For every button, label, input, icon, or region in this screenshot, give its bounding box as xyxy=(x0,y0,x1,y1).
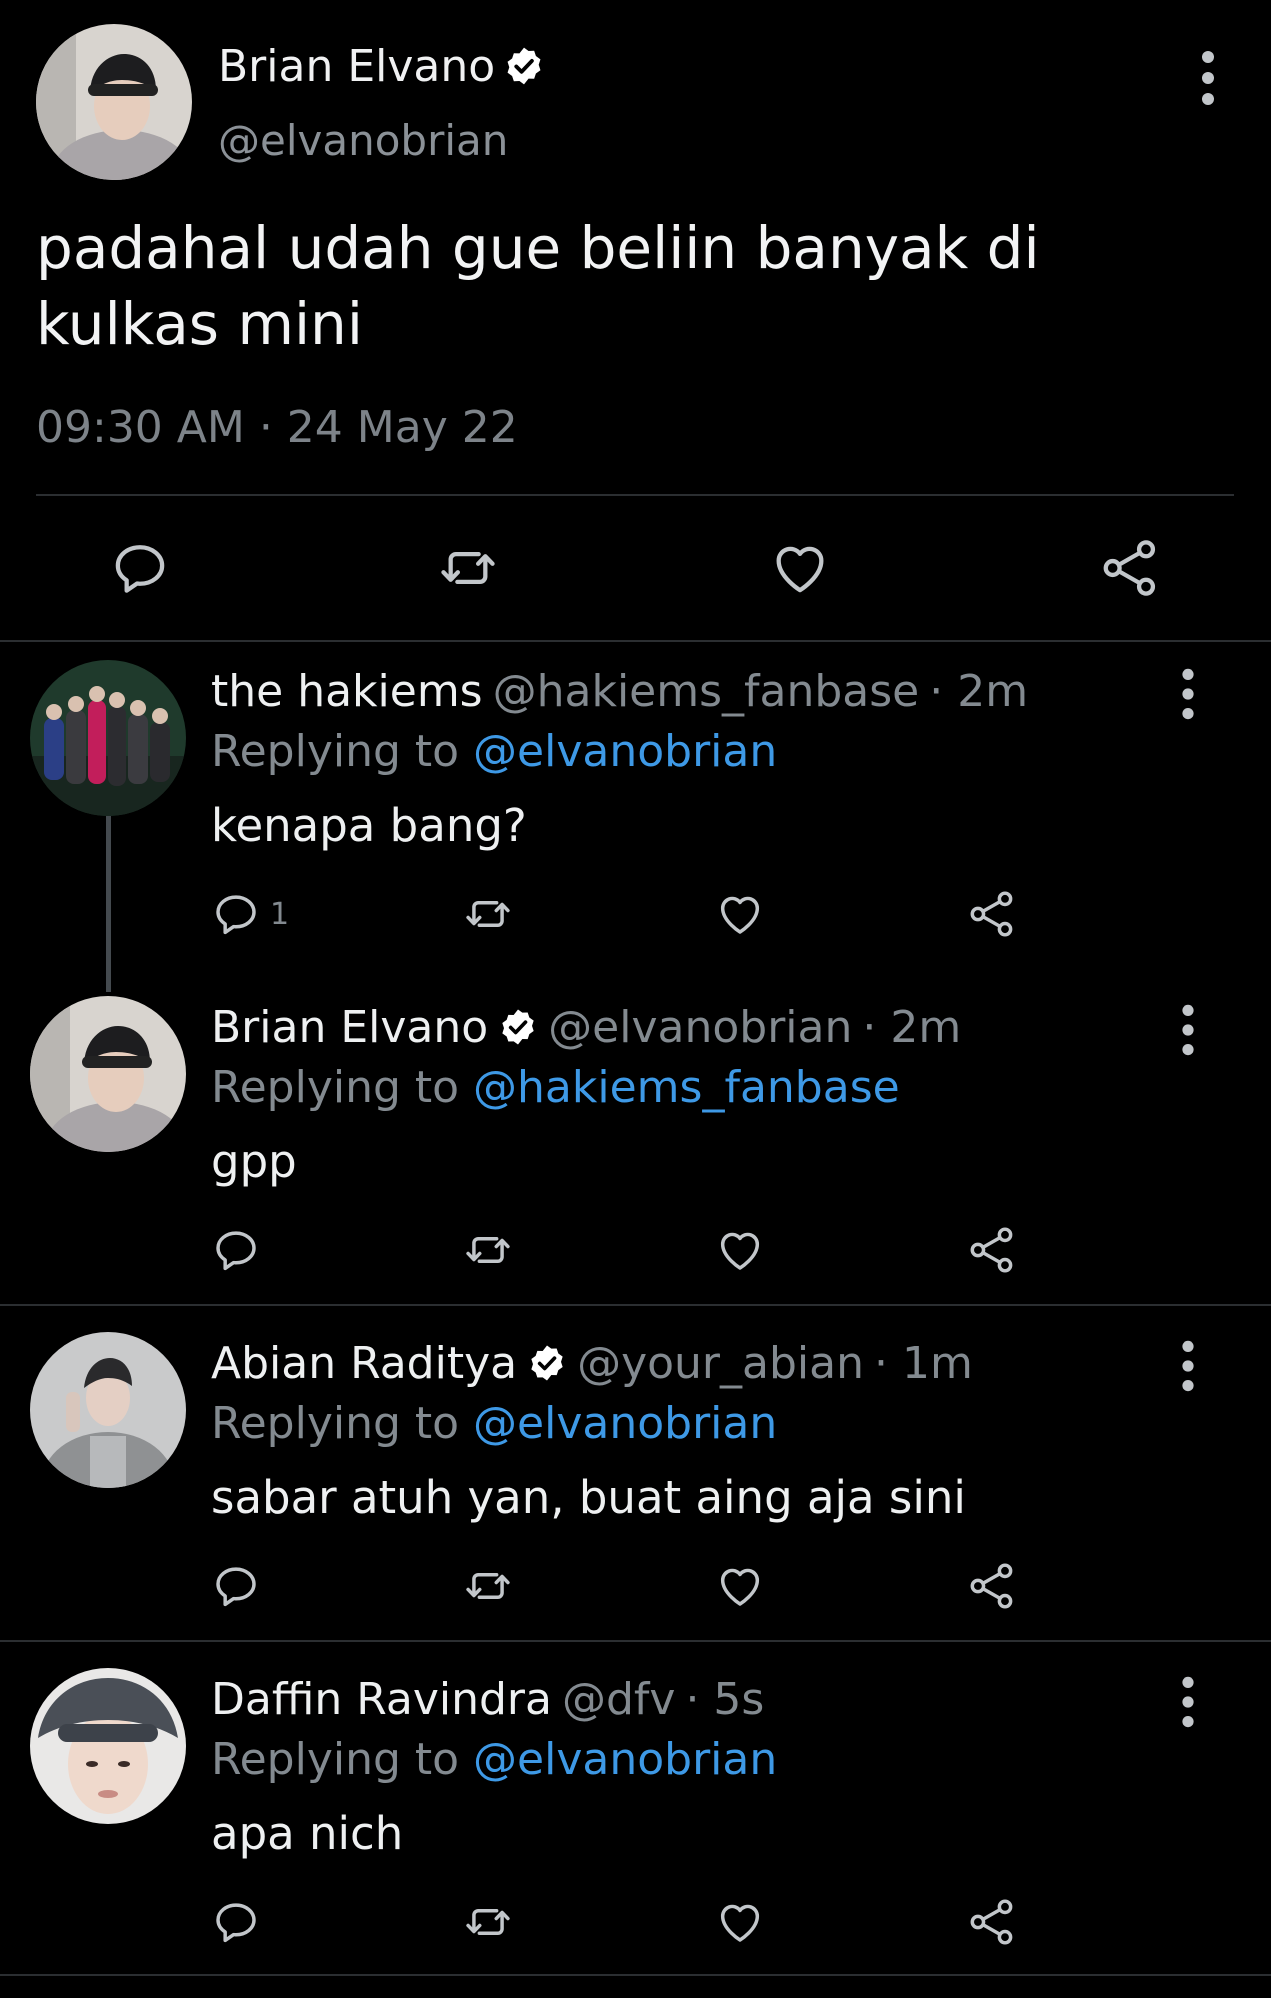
author-name[interactable]: Brian Elvano xyxy=(218,41,495,92)
avatar[interactable] xyxy=(36,24,192,180)
reply-button[interactable] xyxy=(210,1222,262,1278)
like-icon[interactable] xyxy=(714,888,766,940)
reply-time: · 1m xyxy=(873,1337,973,1389)
retweet-icon[interactable] xyxy=(462,1224,514,1276)
replying-to: Replying to @elvanobrian xyxy=(211,1394,777,1454)
reply-author-name[interactable]: the hakiems xyxy=(211,666,483,717)
more-options-icon[interactable] xyxy=(1174,666,1202,722)
share-icon[interactable] xyxy=(966,1224,1018,1276)
reply-item[interactable]: the hakiems @hakiems_fanbase · 2m Replyi… xyxy=(0,660,1271,990)
reply-text: sabar atuh yan, buat aing aja sini xyxy=(211,1471,966,1524)
retweet-icon[interactable] xyxy=(462,888,514,940)
verified-badge-icon xyxy=(503,45,545,87)
reply-text: kenapa bang? xyxy=(211,799,527,852)
retweet-button[interactable] xyxy=(462,1894,514,1950)
share-icon[interactable] xyxy=(966,1896,1018,1948)
reply-item[interactable]: Abian Raditya @your_abian · 1m Replying … xyxy=(0,1332,1271,1662)
reply-text: apa nich xyxy=(211,1807,404,1860)
replying-to-label: Replying to xyxy=(211,1734,474,1785)
reply-author-handle[interactable]: @your_abian xyxy=(577,1338,864,1389)
tweet-text: padahal udah gue beliin banyak di kulkas… xyxy=(36,214,1040,358)
like-button[interactable] xyxy=(714,1558,766,1614)
avatar[interactable] xyxy=(30,1668,186,1824)
reply-item[interactable]: Daffin Ravindra @dfv · 5s Replying to @e… xyxy=(0,1668,1271,1998)
reply-count: 1 xyxy=(270,896,290,932)
verified-badge-icon xyxy=(527,1343,567,1383)
author-handle[interactable]: @elvanobrian xyxy=(218,116,508,165)
more-options-icon[interactable] xyxy=(1192,48,1224,108)
share-icon[interactable] xyxy=(966,1560,1018,1612)
more-options-icon[interactable] xyxy=(1174,1674,1202,1730)
retweet-icon[interactable] xyxy=(462,1560,514,1612)
mention-link[interactable]: @elvanobrian xyxy=(473,1398,777,1449)
reply-button[interactable]: 1 xyxy=(210,886,289,942)
like-icon[interactable] xyxy=(768,536,832,600)
reply-item[interactable]: Brian Elvano @elvanobrian · 2m Replying … xyxy=(0,996,1271,1326)
reply-time: · 5s xyxy=(685,1673,765,1725)
main-tweet: Brian Elvano @elvanobrian padahal udah g… xyxy=(0,0,1271,640)
divider xyxy=(0,1304,1271,1306)
like-icon[interactable] xyxy=(714,1224,766,1276)
mention-link[interactable]: @elvanobrian xyxy=(473,1734,777,1785)
tweet-timestamp: 09:30 AM · 24 May 22 xyxy=(36,402,518,453)
retweet-icon[interactable] xyxy=(462,1896,514,1948)
avatar[interactable] xyxy=(30,996,186,1152)
divider xyxy=(0,1974,1271,1976)
replying-to-label: Replying to xyxy=(211,1062,474,1113)
reply-icon[interactable] xyxy=(210,1560,262,1612)
mention-link[interactable]: @elvanobrian xyxy=(473,726,777,777)
replying-to: Replying to @elvanobrian xyxy=(211,1730,777,1790)
like-button[interactable] xyxy=(714,1894,766,1950)
share-button[interactable] xyxy=(966,1222,1018,1278)
reply-author-handle[interactable]: @hakiems_fanbase xyxy=(493,666,920,717)
share-icon[interactable] xyxy=(966,888,1018,940)
share-button[interactable] xyxy=(966,1558,1018,1614)
reply-button[interactable] xyxy=(210,1894,262,1950)
avatar[interactable] xyxy=(30,1332,186,1488)
share-button[interactable] xyxy=(966,886,1018,942)
reply-author-name[interactable]: Brian Elvano xyxy=(211,1002,488,1053)
reply-author-name[interactable]: Abian Raditya xyxy=(211,1338,517,1389)
divider xyxy=(36,494,1234,496)
retweet-icon[interactable] xyxy=(436,536,500,600)
like-button[interactable] xyxy=(714,1222,766,1278)
more-options-icon[interactable] xyxy=(1174,1338,1202,1394)
like-button[interactable] xyxy=(714,886,766,942)
reply-button[interactable] xyxy=(210,1558,262,1614)
reply-author-handle[interactable]: @dfv xyxy=(562,1674,675,1725)
like-icon[interactable] xyxy=(714,1560,766,1612)
reply-icon[interactable] xyxy=(210,1896,262,1948)
reply-author-name[interactable]: Daffin Ravindra xyxy=(211,1674,552,1725)
more-options-icon[interactable] xyxy=(1174,1002,1202,1058)
share-button[interactable] xyxy=(966,1894,1018,1950)
retweet-button[interactable] xyxy=(462,1222,514,1278)
retweet-button[interactable] xyxy=(462,886,514,942)
replying-to-label: Replying to xyxy=(211,1398,474,1449)
mention-link[interactable]: @hakiems_fanbase xyxy=(473,1062,900,1113)
replying-to: Replying to @elvanobrian xyxy=(211,722,777,782)
share-icon[interactable] xyxy=(1098,536,1162,600)
retweet-button[interactable] xyxy=(462,1558,514,1614)
reply-icon[interactable] xyxy=(210,888,262,940)
reply-icon[interactable] xyxy=(108,536,172,600)
reply-author-handle[interactable]: @elvanobrian xyxy=(548,1002,852,1053)
replying-to-label: Replying to xyxy=(211,726,474,777)
reply-time: · 2m xyxy=(862,1001,962,1053)
avatar[interactable] xyxy=(30,660,186,816)
divider xyxy=(0,640,1271,642)
reply-icon[interactable] xyxy=(210,1224,262,1276)
divider xyxy=(0,1640,1271,1642)
reply-time: · 2m xyxy=(929,665,1029,717)
reply-text: gpp xyxy=(211,1135,297,1188)
verified-badge-icon xyxy=(498,1007,538,1047)
replying-to: Replying to @hakiems_fanbase xyxy=(211,1058,900,1118)
like-icon[interactable] xyxy=(714,1896,766,1948)
